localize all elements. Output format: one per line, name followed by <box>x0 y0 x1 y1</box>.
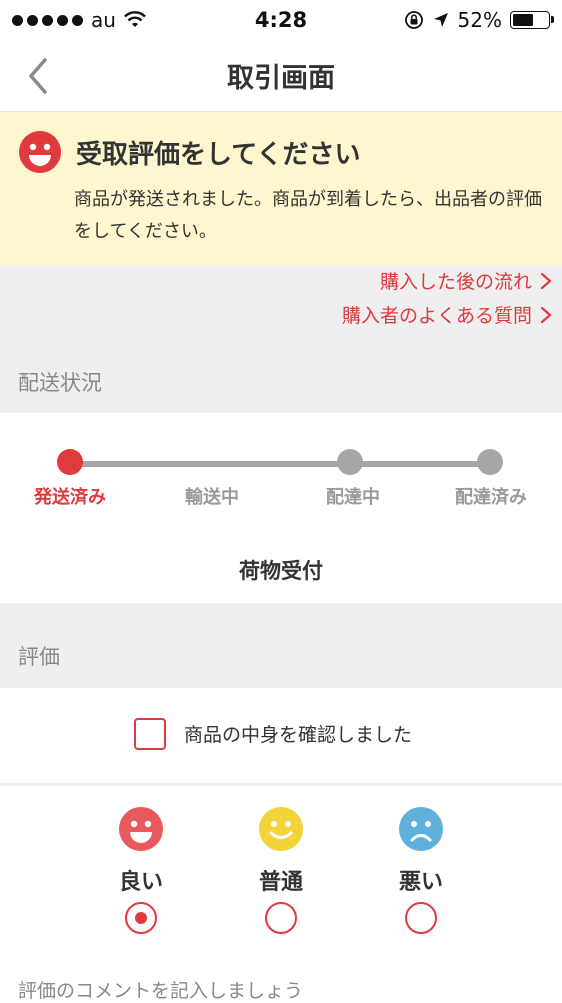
evaluation-section-label: 評価 <box>18 645 60 669</box>
step-dot-delivered <box>477 449 503 475</box>
links-section: 購入した後の流れ 購入者のよくある質問 配送状況 <box>0 265 562 413</box>
battery-percent: 52% <box>457 8 502 32</box>
neutral-smile-face-icon <box>259 807 303 851</box>
step-label-shipped: 発送済み <box>34 487 106 508</box>
carrier-name: au <box>91 8 116 32</box>
link-label: 購入者のよくある質問 <box>341 305 532 327</box>
chevron-right-icon <box>540 306 552 323</box>
step-dot-out-for-delivery <box>337 449 363 475</box>
chevron-right-icon <box>540 272 552 289</box>
radio-good[interactable] <box>125 902 157 934</box>
rating-label: 悪い <box>398 870 443 895</box>
rating-option-good[interactable]: 良い <box>96 806 186 896</box>
confirm-contents-row[interactable]: 商品の中身を確認しました <box>0 688 562 786</box>
confirm-contents-label: 商品の中身を確認しました <box>184 724 413 746</box>
chevron-left-icon <box>29 58 47 94</box>
happy-face-icon <box>119 807 163 851</box>
status-right: 52% <box>404 8 562 32</box>
link-after-purchase-flow[interactable]: 購入した後の流れ <box>380 267 552 294</box>
navigation-bar: 取引画面 <box>0 40 562 112</box>
back-button[interactable] <box>18 54 58 98</box>
battery-icon <box>510 11 554 29</box>
step-label-delivered: 配達済み <box>455 487 527 508</box>
progress-track <box>70 461 490 467</box>
rating-option-bad[interactable]: 悪い <box>376 806 466 896</box>
radio-normal[interactable] <box>265 902 297 934</box>
confirm-contents-checkbox[interactable] <box>134 718 166 750</box>
wifi-icon <box>124 11 146 27</box>
shipping-status: 荷物受付 <box>239 559 323 583</box>
step-label-in-transit: 輸送中 <box>185 487 239 508</box>
page-title: 取引画面 <box>227 63 335 94</box>
step-dot-shipped <box>57 449 83 475</box>
step-label-out-for-delivery: 配達中 <box>326 487 380 508</box>
link-label: 購入した後の流れ <box>379 271 532 293</box>
rating-option-normal[interactable]: 普通 <box>236 806 326 896</box>
radio-bad[interactable] <box>405 902 437 934</box>
signal-strength-icon <box>12 14 83 26</box>
receive-evaluation-banner: 受取評価をしてください 商品が発送されました。商品が到着したら、出品者の評価をし… <box>0 112 562 265</box>
rating-label: 良い <box>118 870 163 895</box>
smile-face-icon <box>19 131 61 173</box>
status-bar: au 4:28 52% <box>0 0 562 40</box>
banner-header: 受取評価をしてください <box>18 130 360 174</box>
banner-title: 受取評価をしてください <box>76 139 361 170</box>
status-left: au <box>0 8 146 32</box>
rating-label: 普通 <box>258 870 303 895</box>
shipping-section-label: 配送状況 <box>18 371 102 395</box>
sad-face-icon <box>399 807 443 851</box>
location-arrow-icon <box>433 13 448 27</box>
evaluation-section-header: 評価 <box>0 603 562 688</box>
rotation-lock-icon <box>404 11 423 29</box>
link-buyer-faq[interactable]: 購入者のよくある質問 <box>342 301 552 328</box>
banner-message: 商品が発送されました。商品が到着したら、出品者の評価をしてください。 <box>74 189 542 242</box>
